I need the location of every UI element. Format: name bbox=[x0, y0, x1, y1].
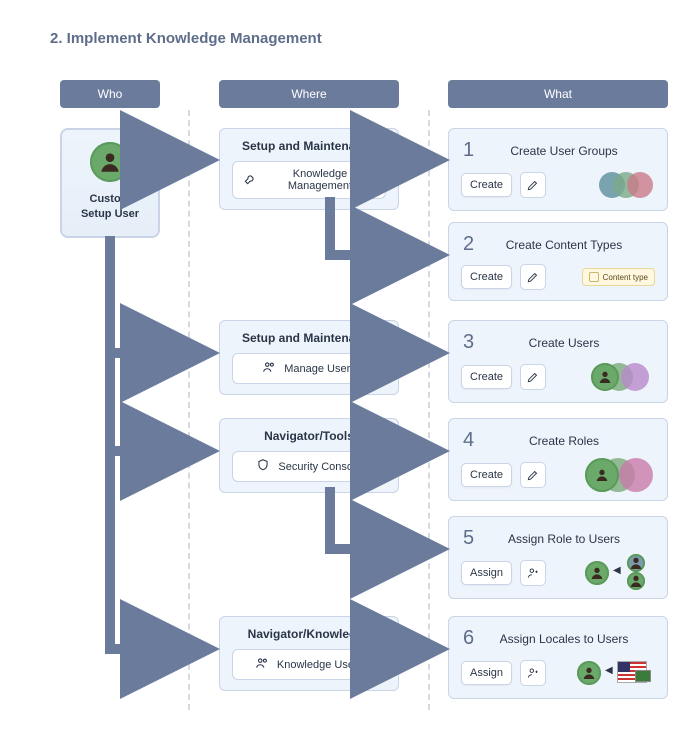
user-avatar-icon bbox=[585, 458, 619, 492]
where-title: Setup and Maintenance bbox=[232, 139, 386, 153]
user-avatar-icon bbox=[577, 661, 601, 685]
step-number: 5 bbox=[463, 527, 481, 550]
content-type-tag: Content type bbox=[582, 268, 655, 286]
where-title: Setup and Maintenance bbox=[232, 331, 386, 345]
edit-button[interactable] bbox=[520, 462, 546, 488]
user-groups-graphic bbox=[595, 170, 655, 200]
where-card-security-console: Navigator/Tools Security Console bbox=[219, 418, 399, 493]
step-number: 2 bbox=[463, 233, 481, 256]
step-number: 6 bbox=[463, 627, 481, 650]
where-card-setup-km: Setup and Maintenance Knowledge Manageme… bbox=[219, 128, 399, 210]
col-header-who: Who bbox=[60, 80, 160, 108]
chip-label: Manage Users bbox=[284, 363, 356, 375]
create-button[interactable]: Create bbox=[461, 173, 512, 197]
page-title: 2. Implement Knowledge Management bbox=[50, 30, 322, 47]
what-card-6: 6 Assign Locales to Users Assign ◀ bbox=[448, 616, 668, 699]
shield-icon bbox=[256, 458, 270, 475]
step-title: Create Users bbox=[491, 336, 655, 350]
users-graphic bbox=[591, 362, 655, 392]
edit-button[interactable] bbox=[520, 364, 546, 390]
step-number: 1 bbox=[463, 139, 481, 162]
chip-knowledge-users: Knowledge Users bbox=[232, 649, 386, 680]
assign-user-button[interactable] bbox=[520, 660, 546, 686]
user-avatar-icon bbox=[627, 554, 645, 572]
chip-knowledge-management: Knowledge Management bbox=[232, 161, 386, 199]
step-title: Assign Role to Users bbox=[491, 532, 655, 546]
user-avatar-icon bbox=[591, 363, 619, 391]
step-number: 3 bbox=[463, 331, 481, 354]
chip-security-console: Security Console bbox=[232, 451, 386, 482]
where-title: Navigator/Knowledge bbox=[232, 627, 386, 641]
arrow-left-icon: ◀ bbox=[613, 565, 621, 576]
create-button[interactable]: Create bbox=[461, 463, 512, 487]
chip-manage-users: Manage Users bbox=[232, 353, 386, 384]
step-title: Assign Locales to Users bbox=[491, 632, 655, 646]
create-button[interactable]: Create bbox=[461, 265, 512, 289]
step-title: Create User Groups bbox=[491, 144, 655, 158]
arrow-left-icon: ◀ bbox=[605, 665, 613, 676]
where-title: Navigator/Tools bbox=[232, 429, 386, 443]
where-card-manage-users: Setup and Maintenance Manage Users bbox=[219, 320, 399, 395]
col-header-what: What bbox=[448, 80, 668, 108]
assign-role-graphic: ◀ bbox=[585, 558, 655, 588]
assign-user-button[interactable] bbox=[520, 560, 546, 586]
edit-button[interactable] bbox=[520, 172, 546, 198]
chip-label: Security Console bbox=[278, 461, 361, 473]
divider bbox=[188, 110, 190, 710]
what-card-5: 5 Assign Role to Users Assign ◀ bbox=[448, 516, 668, 599]
what-card-4: 4 Create Roles Create bbox=[448, 418, 668, 501]
what-card-3: 3 Create Users Create bbox=[448, 320, 668, 403]
who-label: CustomSetup User bbox=[68, 192, 152, 222]
wrench-icon bbox=[243, 172, 257, 189]
assign-button[interactable]: Assign bbox=[461, 561, 512, 585]
assign-locales-graphic: ◀ bbox=[577, 658, 655, 688]
create-button[interactable]: Create bbox=[461, 365, 512, 389]
step-title: Create Content Types bbox=[491, 238, 655, 252]
what-card-2: 2 Create Content Types Create Content ty… bbox=[448, 222, 668, 301]
user-avatar-icon bbox=[585, 561, 609, 585]
where-card-knowledge-users: Navigator/Knowledge Knowledge Users bbox=[219, 616, 399, 691]
what-card-1: 1 Create User Groups Create bbox=[448, 128, 668, 211]
edit-button[interactable] bbox=[520, 264, 546, 290]
users-icon bbox=[262, 360, 276, 377]
chip-label: Knowledge Users bbox=[277, 659, 363, 671]
who-card-custom-setup-user: CustomSetup User bbox=[60, 128, 160, 238]
user-avatar-icon bbox=[90, 142, 130, 182]
step-title: Create Roles bbox=[491, 434, 655, 448]
col-header-where: Where bbox=[219, 80, 399, 108]
divider bbox=[428, 110, 430, 710]
step-number: 4 bbox=[463, 429, 481, 452]
users-icon bbox=[255, 656, 269, 673]
assign-button[interactable]: Assign bbox=[461, 661, 512, 685]
flag-other-icon bbox=[635, 670, 651, 682]
content-type-icon bbox=[589, 272, 599, 282]
roles-graphic bbox=[585, 460, 655, 490]
user-avatar-icon bbox=[627, 572, 645, 590]
chip-label: Knowledge Management bbox=[265, 168, 375, 192]
